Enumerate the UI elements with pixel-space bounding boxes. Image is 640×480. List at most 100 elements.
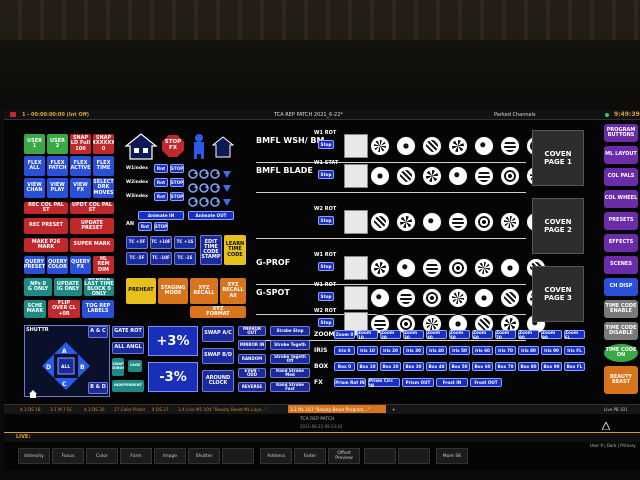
param-button[interactable]: Box 0 [334,362,355,371]
param-button[interactable]: Zoom 20 [380,330,401,340]
rotate-arrow-icon[interactable] [210,178,220,193]
gobo-icon[interactable] [448,288,468,308]
strobe-togeth-off-button[interactable]: Strobe Togeth Off [270,354,310,364]
wheel-stop-button[interactable]: Stop [318,262,334,271]
rotate-arrow-icon[interactable] [210,192,220,207]
random-button[interactable]: RANDOM [238,354,266,364]
softkey-button[interactable] [364,448,396,464]
preset-button[interactable]: QUERY COLOR [47,256,68,274]
cage-button[interactable]: CAGE [128,360,142,372]
preset-button[interactable]: TOG REP LABELS [82,300,114,318]
tab-item[interactable]: 3.4 Live M1 104 "Beauty Beast ML Layo...… [176,405,286,413]
param-button[interactable]: Zoom 10 [357,330,378,340]
strobe-stop-button[interactable]: Strobe Stop [270,326,310,336]
dir-c-label[interactable]: C [62,381,66,388]
gobo-icon[interactable] [422,212,442,232]
sidebar-button[interactable]: PRESETS [604,212,638,230]
plus-3-percent-button[interactable]: +3% [148,326,198,356]
param-button[interactable]: Iris 60 [472,346,493,355]
gobo-icon[interactable] [448,166,468,186]
param-button[interactable]: Zoom FL [564,330,585,340]
fx-stop-button[interactable]: STOP [170,164,184,173]
learn-timecode-button[interactable]: LEARN TIME CODE [224,235,246,265]
down-arrow-icon[interactable] [222,164,232,178]
preset-button[interactable]: UPDT COL PAL ST [70,202,114,214]
param-button[interactable]: Zoom 30 [403,330,424,340]
edit-timecode-button[interactable]: EDIT TIME CODE STAMP [200,235,222,265]
preset-button[interactable]: SCHE MARK [24,300,46,318]
param-button[interactable]: Box 30 [403,362,424,371]
param-button[interactable]: Box 20 [380,362,401,371]
tab-item[interactable]: 3.1 M 7 SC [48,405,80,413]
preset-button[interactable]: QUERY FX [70,256,91,274]
wheel-stop-button[interactable]: Stop [318,292,334,301]
param-button[interactable]: Frost OUT [470,378,502,387]
param-button[interactable]: Box 40 [426,362,447,371]
param-button[interactable]: Box 10 [357,362,378,371]
softkey-button[interactable]: Focus [52,448,84,464]
timecode-button[interactable]: TC +10F [150,236,172,249]
left-grid-button[interactable]: VIEW PLAY [47,178,68,198]
around-clock-button[interactable]: AROUND CLOCK [202,370,234,392]
dir-d-label[interactable]: D [46,364,51,371]
gobo-icon[interactable] [370,212,390,232]
softkey-button[interactable]: Offset Preview [328,448,360,464]
preset-button[interactable]: MAKE P26 MARK [24,238,68,252]
param-button[interactable]: Frost IN [436,378,468,387]
gobo-icon[interactable] [396,136,416,156]
rand-strobe-med-button[interactable]: Rand Strobe Med [270,368,310,378]
param-button[interactable]: Zoom 90 [541,330,562,340]
gobo-icon[interactable] [500,258,520,278]
timecode-button[interactable]: TC -1S [174,252,196,265]
left-grid-button[interactable]: USER 1 [24,134,45,154]
gobo-icon[interactable] [370,258,390,278]
tab-item[interactable]: 27 Color Picker [112,405,148,413]
gobo-icon[interactable] [474,136,494,156]
softkey-button[interactable] [398,448,430,464]
fx-index-button[interactable]: Rnt [154,192,168,201]
mirror-in-button[interactable]: MIRROR IN [238,340,266,350]
house-icon[interactable] [124,132,158,160]
timecode-button[interactable]: TC +5F [126,236,148,249]
gobo-icon[interactable] [448,258,468,278]
sidebar-button[interactable]: TIME CODE DISABLE [604,322,638,340]
preset-button[interactable]: UPDATE IG ONLY [54,278,82,296]
param-button[interactable]: Zoom 80 [518,330,539,340]
timecode-button[interactable]: TC -10F [150,252,172,265]
dir-b-label[interactable]: B [80,364,85,371]
rotate-arrow-icon[interactable] [210,164,220,179]
parked-channels[interactable]: Parked Channels [494,112,536,118]
staging-mode-button[interactable]: STAGING MODE [158,278,188,304]
even-odd-button[interactable]: EVEN - ODD [238,368,266,378]
mirror-out-button[interactable]: MIRROR OUT [238,326,266,336]
softkey-button[interactable]: Image [154,448,186,464]
param-button[interactable]: Zoom 70 [495,330,516,340]
preset-button[interactable]: UPDATE PRESET [70,218,114,234]
coven-page-2-button[interactable]: COVEN PAGE 2 [532,198,584,254]
gobo-icon[interactable] [396,166,416,186]
param-button[interactable]: Zoom 40 [426,330,447,340]
swap-a-c-button[interactable]: SWAP A/C [202,326,234,342]
gobo-icon[interactable] [474,212,494,232]
softkey-button[interactable]: Color [86,448,118,464]
rotate-arrow-icon[interactable] [188,164,198,179]
preset-button[interactable]: QUERY PRESET [24,256,45,274]
xyz-recall-all-button[interactable]: XYZ RECALL All [220,278,246,304]
swap-b-d-button[interactable]: SWAP B/D [202,348,234,364]
param-button[interactable]: Box 60 [472,362,493,371]
gobo-icon[interactable] [500,136,520,156]
param-button[interactable]: Prism Circ IN [368,378,400,388]
a-and-c-button[interactable]: A & C [88,326,108,338]
left-grid-button[interactable]: VIEW FX [70,178,91,198]
param-button[interactable]: Iris 10 [357,346,378,355]
timecode-button[interactable]: TC -5F [126,252,148,265]
param-button[interactable]: Zoom 0 [334,330,355,339]
param-button[interactable]: Box FL [564,362,585,371]
down-arrow-icon[interactable] [222,178,232,192]
gobo-icon[interactable] [370,136,390,156]
fx-stop-button[interactable]: STOP [170,192,184,201]
softkey-button[interactable]: Form [120,448,152,464]
index-an-button[interactable]: Rnt [138,222,152,231]
param-button[interactable]: Iris FL [564,346,585,355]
left-grid-button[interactable]: FLEX ALL [24,156,45,176]
